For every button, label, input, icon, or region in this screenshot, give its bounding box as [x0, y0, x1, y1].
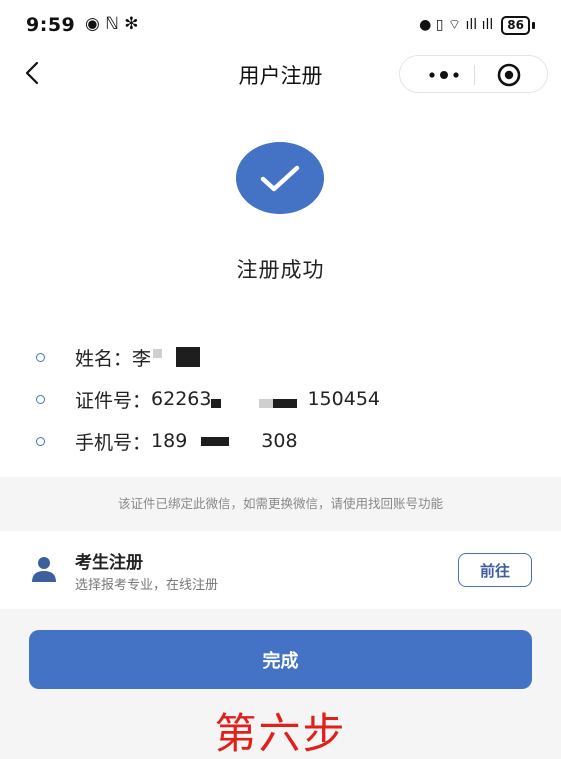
- person-icon: [32, 557, 56, 582]
- success-message: 注册成功: [236, 258, 325, 282]
- masked-text: [211, 398, 222, 408]
- info-phone: 手机号： 189 308: [36, 426, 298, 456]
- battery-cap: [532, 21, 535, 29]
- signal-icons: ● ▯ ⌔ ıll ıll: [419, 17, 494, 33]
- mini-program-capsule: [399, 55, 548, 93]
- capsule-divider: [474, 65, 475, 85]
- masked-text: [153, 348, 163, 358]
- bullet-icon: [36, 352, 45, 362]
- status-bar: 9:59 ◉ ℕ ✻ ● ▯ ⌔ ıll ıll 86: [0, 0, 561, 50]
- exam-registration-card: 考生注册 选择报考专业，在线注册 前往: [0, 531, 561, 609]
- info-label: 证件号：: [75, 389, 152, 412]
- masked-text: [259, 398, 274, 408]
- nav-bar: 用户注册: [0, 50, 561, 98]
- battery-icon: 86: [501, 15, 530, 35]
- info-value-end: 308: [261, 430, 298, 452]
- info-label: 手机号：: [75, 431, 152, 454]
- masked-text: [201, 436, 230, 446]
- more-dots-icon[interactable]: [414, 56, 474, 94]
- bullet-icon: [36, 394, 45, 404]
- masked-text: [273, 398, 298, 408]
- bullet-icon: [36, 436, 45, 446]
- info-value-start: 李: [132, 347, 152, 370]
- info-value-start: 189: [151, 430, 188, 452]
- status-time: 9:59: [26, 14, 76, 36]
- exam-title: 考生注册: [75, 553, 143, 573]
- masked-text: [176, 347, 201, 367]
- check-circle-icon: [236, 142, 324, 214]
- info-id-number: 证件号： 62263 150454: [36, 384, 380, 414]
- goto-button[interactable]: 前往: [458, 553, 532, 587]
- info-name: 姓名： 李: [36, 342, 201, 372]
- done-button[interactable]: 完成: [29, 630, 532, 689]
- status-left-icons: ◉ ℕ ✻: [85, 14, 139, 34]
- info-label: 姓名：: [75, 347, 133, 370]
- exam-subtitle: 选择报考专业，在线注册: [75, 578, 219, 593]
- status-right-icons: ● ▯ ⌔ ıll ıll 86: [419, 14, 535, 36]
- info-value-start: 62263: [151, 388, 212, 410]
- target-circle-icon[interactable]: [496, 62, 522, 88]
- info-value-end: 150454: [307, 388, 380, 410]
- binding-notice: 该证件已绑定此微信，如需更换微信，请使用找回账号功能: [0, 477, 561, 531]
- step-caption: 第六步: [214, 709, 347, 758]
